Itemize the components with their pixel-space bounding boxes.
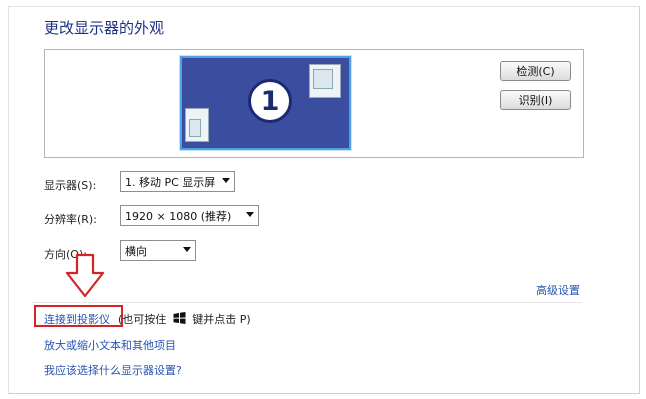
divider: [32, 302, 582, 303]
resolution-label: 分辨率(R):: [44, 213, 97, 226]
orientation-select-value: 横向: [125, 244, 147, 258]
chevron-down-icon: [246, 212, 254, 217]
shortcut-note-part2: 键并点击 P): [192, 313, 251, 326]
advanced-settings-link[interactable]: 高级设置: [536, 282, 580, 298]
display-select-value: 1. 移动 PC 显示屏: [125, 175, 216, 189]
detect-button[interactable]: 检测(C): [500, 61, 571, 81]
projector-shortcut-note: (也可按住 键并点击 P): [118, 311, 251, 327]
which-settings-link[interactable]: 我应该选择什么显示器设置?: [44, 362, 182, 378]
resolution-select[interactable]: 1920 × 1080 (推荐): [120, 205, 259, 226]
shortcut-note-part1: (也可按住: [118, 313, 167, 326]
display-select[interactable]: 1. 移动 PC 显示屏: [120, 171, 235, 192]
page-title: 更改显示器的外观: [44, 19, 165, 37]
identify-button[interactable]: 识别(I): [500, 90, 571, 110]
monitor-number-badge: 1: [248, 79, 292, 123]
down-arrow-annotation-icon: [65, 253, 105, 298]
enlarge-text-link[interactable]: 放大或缩小文本和其他项目: [44, 337, 176, 353]
monitor-1-tile[interactable]: 1: [180, 56, 351, 150]
orientation-select[interactable]: 横向: [120, 240, 196, 261]
highlight-box: [34, 305, 123, 327]
chevron-down-icon: [183, 247, 191, 252]
chevron-down-icon: [222, 178, 230, 183]
resolution-select-value: 1920 × 1080 (推荐): [125, 209, 232, 223]
window-thumbnail-icon: [185, 108, 209, 142]
windows-logo-icon: [173, 312, 186, 324]
window-thumbnail-icon: [309, 64, 341, 98]
display-label: 显示器(S):: [44, 179, 97, 192]
